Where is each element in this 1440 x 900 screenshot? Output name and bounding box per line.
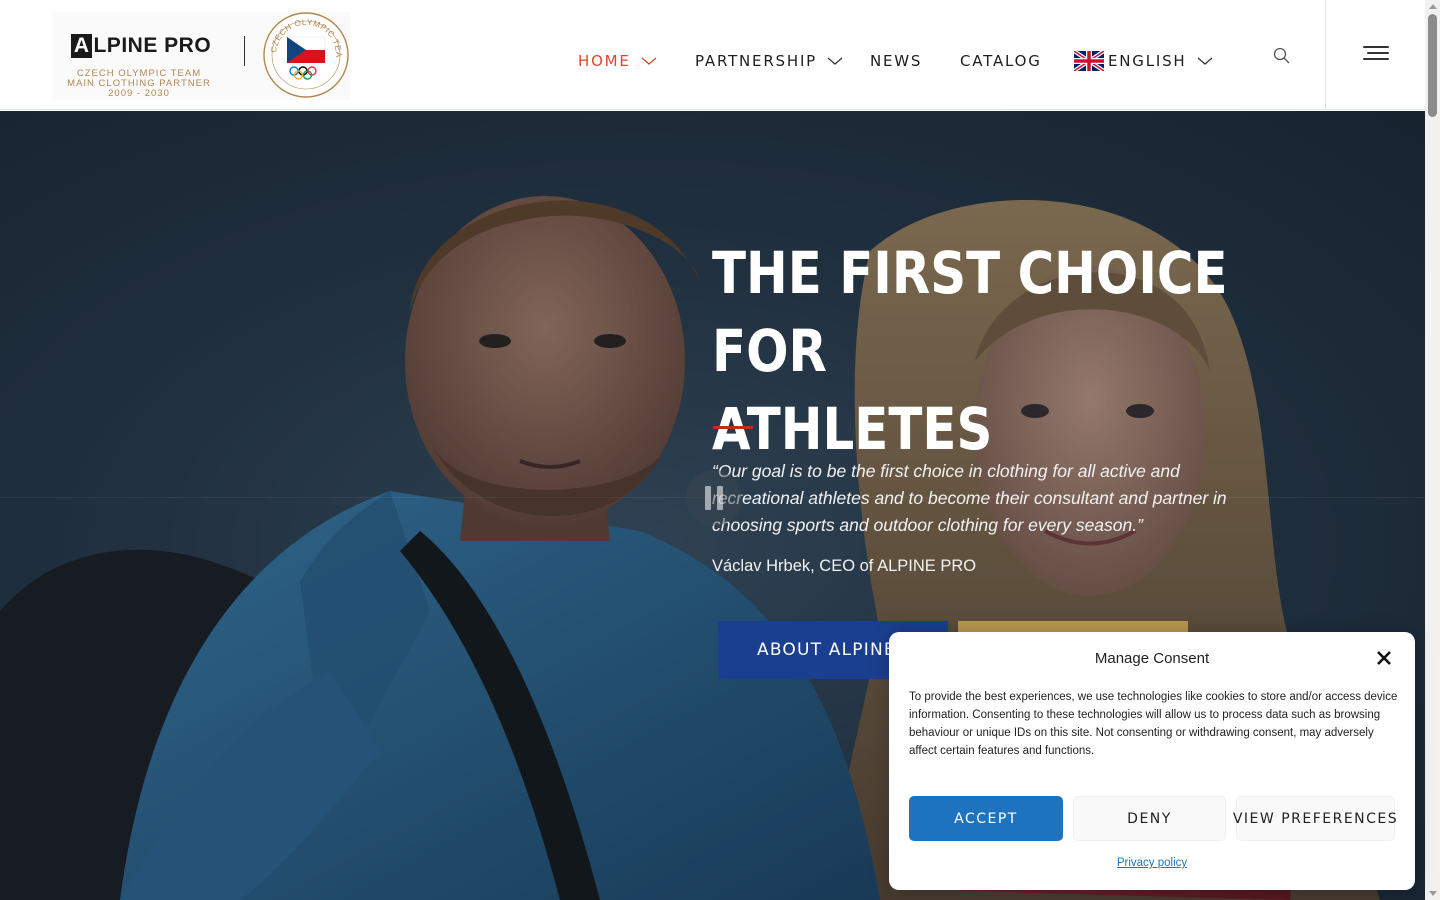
nav-item-label: PARTNERSHIP <box>695 52 818 70</box>
scrollbar-thumb[interactable] <box>1428 14 1437 117</box>
view-preferences-button[interactable]: VIEW PREFERENCES <box>1233 796 1397 841</box>
page-scrollbar[interactable] <box>1425 0 1440 900</box>
hero-accent-rule <box>713 426 753 429</box>
nav-item-language[interactable]: ENGLISH <box>1074 48 1213 74</box>
logo-subtitle: CZECH OLYMPIC TEAM MAIN CLOTHING PARTNER… <box>67 68 211 99</box>
site-logo[interactable]: A LPINE PRO CZECH OLYMPIC TEAM MAIN CLOTH… <box>52 11 350 100</box>
site-header: A LPINE PRO CZECH OLYMPIC TEAM MAIN CLOTH… <box>0 0 1425 110</box>
logo-divider <box>244 36 245 66</box>
hamburger-menu-icon[interactable] <box>1362 44 1390 62</box>
hero-quote: “Our goal is to be the first choice in c… <box>712 461 1227 535</box>
chevron-down-icon <box>641 57 657 65</box>
accept-button[interactable]: ACCEPT <box>909 796 1063 841</box>
pause-icon <box>717 486 723 510</box>
nav-item-news[interactable]: NEWS <box>870 48 922 74</box>
nav-item-label: CATALOG <box>960 52 1042 70</box>
scroll-down-icon[interactable] <box>1429 891 1437 896</box>
nav-item-label: NEWS <box>870 52 923 70</box>
chevron-down-icon <box>827 57 843 65</box>
chevron-down-icon <box>1197 57 1212 65</box>
nav-item-catalog[interactable]: CATALOG <box>960 48 1042 74</box>
pause-icon <box>705 486 711 510</box>
header-divider <box>1325 0 1326 110</box>
nav-item-home[interactable]: HOME <box>578 48 657 74</box>
scroll-up-icon[interactable] <box>1429 4 1437 9</box>
privacy-policy-link[interactable]: Privacy policy <box>889 857 1415 869</box>
search-icon[interactable] <box>1272 46 1292 66</box>
consent-title: Manage Consent <box>1094 650 1210 667</box>
cookie-consent-dialog: Manage Consent To provide the best exper… <box>889 632 1415 890</box>
nav-item-partnership[interactable]: PARTNERSHIP <box>695 48 843 74</box>
czech-olympic-team-seal-icon: CZECH OLYMPIC TEAM <box>262 11 349 98</box>
nav-item-label: HOME <box>578 52 631 70</box>
logo-brand-text: A LPINE PRO <box>52 34 230 58</box>
hero-title: THE FIRST CHOICE FOR ATHLETES <box>712 239 1228 463</box>
nav-item-label: ENGLISH <box>1108 52 1187 70</box>
consent-message: To provide the best experiences, we use … <box>909 691 1398 757</box>
close-icon[interactable] <box>1375 649 1393 667</box>
video-pause-button[interactable] <box>686 470 742 526</box>
uk-flag-icon <box>1074 51 1104 71</box>
deny-button[interactable]: DENY <box>1073 796 1226 841</box>
hero-quote-author: Václav Hrbek, CEO of ALPINE PRO <box>712 557 977 575</box>
